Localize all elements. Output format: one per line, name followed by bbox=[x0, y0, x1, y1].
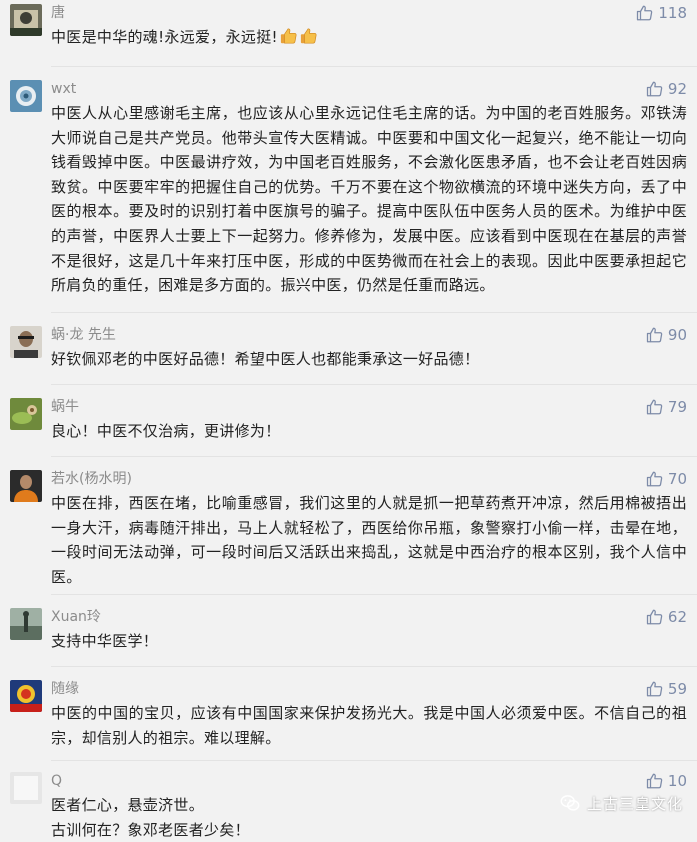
comment-text: 中医的中国的宝贝，应该有中国国家来保护发扬光大。我是中国人必须爱中医。不信自己的… bbox=[51, 704, 687, 747]
like-button[interactable]: 79 bbox=[646, 397, 687, 417]
divider bbox=[51, 384, 697, 385]
thumbs-up-icon bbox=[646, 609, 663, 625]
comment-text: 支持中华医学！ bbox=[51, 632, 159, 650]
divider bbox=[51, 760, 697, 761]
like-count: 79 bbox=[667, 398, 687, 416]
watermark-label: 上古三皇文化 bbox=[586, 794, 683, 813]
comment-body: 中医是中华的魂!永远爱，永远挺! bbox=[51, 28, 278, 46]
thumbs-up-icon bbox=[646, 399, 663, 415]
thumbs-up-icon bbox=[646, 681, 663, 697]
comment-item: 若水(杨水明) 70 中医在排，西医在堵，比喻重感冒，我们这里的人就是抓一把草药… bbox=[0, 466, 697, 594]
wechat-icon bbox=[560, 795, 580, 811]
comment-username[interactable]: 蜗·龙 先生 bbox=[51, 326, 116, 344]
avatar[interactable] bbox=[10, 772, 42, 804]
comment-item: 蜗牛 79 良心！中医不仅治病，更讲修为！ bbox=[0, 394, 697, 454]
like-count: 10 bbox=[667, 772, 687, 790]
like-count: 90 bbox=[667, 326, 687, 344]
thumbs-up-icon bbox=[646, 81, 663, 97]
comment-text: 中医人从心里感谢毛主席，也应该从心里永远记住毛主席的话。为中国的老百姓服务。邓铁… bbox=[51, 104, 687, 295]
like-button[interactable]: 92 bbox=[646, 79, 687, 99]
like-count: 70 bbox=[667, 470, 687, 488]
comment-username[interactable]: 唐 bbox=[51, 4, 65, 22]
like-button[interactable]: 90 bbox=[646, 325, 687, 345]
like-count: 92 bbox=[667, 80, 687, 98]
avatar[interactable] bbox=[10, 470, 42, 502]
comment-username[interactable]: 蜗牛 bbox=[51, 398, 79, 416]
thumbs-up-icon bbox=[646, 773, 663, 789]
thumbs-up-icon bbox=[637, 5, 653, 21]
avatar[interactable] bbox=[10, 680, 42, 712]
thumbs-up-emoji-icon bbox=[280, 28, 297, 44]
avatar[interactable] bbox=[10, 326, 42, 358]
watermark: 上古三皇文化 bbox=[559, 792, 683, 814]
like-count: 118 bbox=[658, 4, 687, 22]
comment-item: 唐 118 中医是中华的魂!永远爱，永远挺! bbox=[0, 0, 697, 66]
divider bbox=[51, 594, 697, 595]
like-button[interactable]: 62 bbox=[646, 607, 687, 627]
comment-item: wxt 92 中医人从心里感谢毛主席，也应该从心里永远记住毛主席的话。为中国的老… bbox=[0, 76, 697, 314]
comment-text: 中医是中华的魂!永远爱，永远挺! bbox=[51, 25, 687, 50]
comment-username[interactable]: wxt bbox=[51, 80, 76, 98]
comment-username[interactable]: Xuan玲 bbox=[51, 608, 101, 626]
comment-username[interactable]: 若水(杨水明) bbox=[51, 470, 132, 488]
comment-username[interactable]: Q bbox=[51, 772, 62, 790]
like-button[interactable]: 70 bbox=[646, 469, 687, 489]
avatar[interactable] bbox=[10, 4, 42, 36]
thumbs-up-icon bbox=[646, 471, 663, 487]
comment-username[interactable]: 随缘 bbox=[51, 680, 79, 698]
comment-text: 中医在排，西医在堵，比喻重感冒，我们这里的人就是抓一把草药煮开冲凉，然后用棉被捂… bbox=[51, 494, 687, 586]
divider bbox=[51, 312, 697, 313]
like-count: 59 bbox=[667, 680, 687, 698]
comment-text: 好钦佩邓老的中医好品德！希望中医人也都能秉承这一好品德！ bbox=[51, 350, 480, 368]
comment-text: 良心！中医不仅治病，更讲修为！ bbox=[51, 422, 281, 440]
like-button[interactable]: 10 bbox=[646, 771, 687, 791]
thumbs-up-emoji-icon bbox=[300, 28, 317, 44]
avatar[interactable] bbox=[10, 80, 42, 112]
comment-item: 蜗·龙 先生 90 好钦佩邓老的中医好品德！希望中医人也都能秉承这一好品德！ bbox=[0, 322, 697, 382]
avatar[interactable] bbox=[10, 398, 42, 430]
divider bbox=[51, 456, 697, 457]
like-button[interactable]: 59 bbox=[646, 679, 687, 699]
like-count: 62 bbox=[667, 608, 687, 626]
divider bbox=[51, 66, 697, 67]
thumbs-up-icon bbox=[646, 327, 663, 343]
comment-item: 随缘 59 中医的中国的宝贝，应该有中国国家来保护发扬光大。我是中国人必须爱中医… bbox=[0, 676, 697, 760]
like-button[interactable]: 118 bbox=[636, 3, 687, 23]
divider bbox=[51, 666, 697, 667]
avatar[interactable] bbox=[10, 608, 42, 640]
comment-item: Xuan玲 62 支持中华医学！ bbox=[0, 604, 697, 664]
